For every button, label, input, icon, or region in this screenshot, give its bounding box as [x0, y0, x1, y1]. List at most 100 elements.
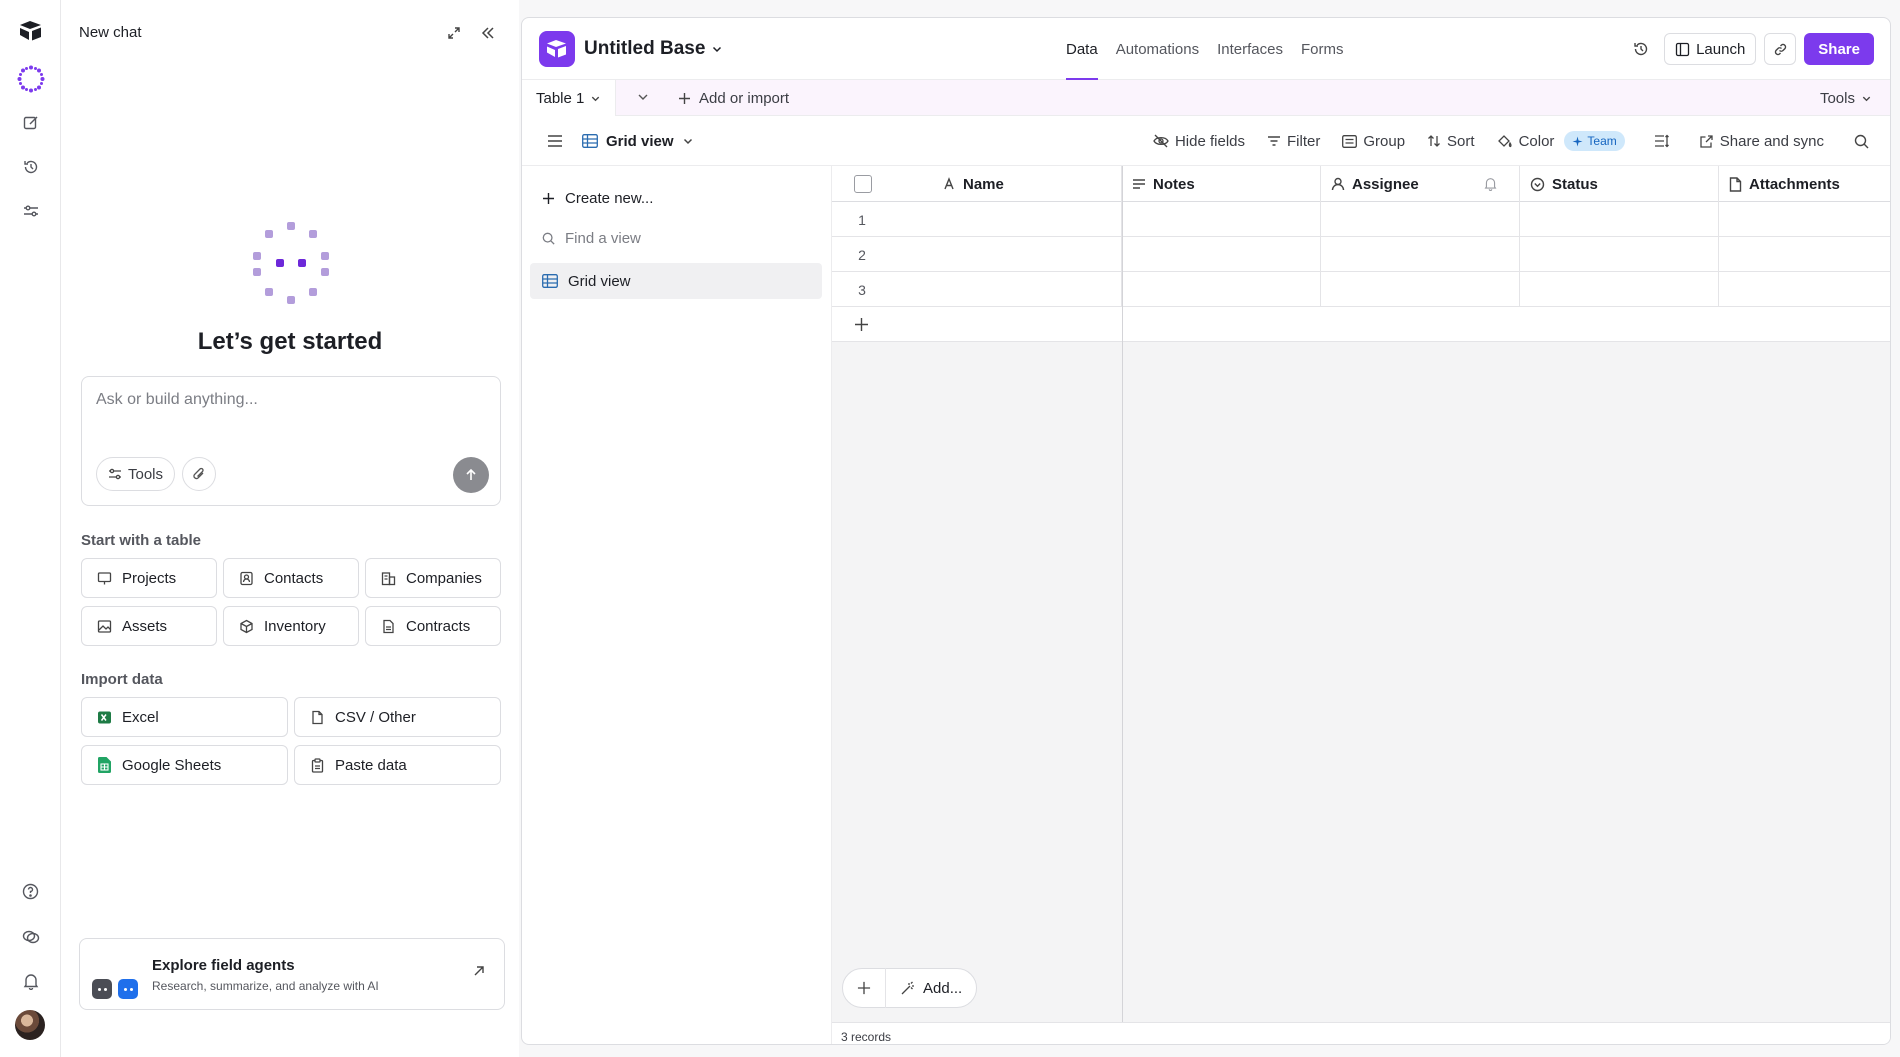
template-label: Companies: [406, 569, 482, 587]
add-record-row[interactable]: [832, 307, 1890, 342]
agent-icon: [92, 979, 112, 999]
table-row[interactable]: 3: [832, 272, 1890, 307]
status-cell[interactable]: [1520, 237, 1719, 272]
notes-cell[interactable]: [1122, 272, 1321, 307]
template-contacts[interactable]: Contacts: [223, 558, 359, 598]
hide-fields-button[interactable]: Hide fields: [1153, 133, 1245, 150]
template-label: Inventory: [264, 617, 326, 635]
create-new-view-button[interactable]: Create new...: [530, 180, 822, 216]
base-header: Untitled Base Data Automations Interface…: [522, 18, 1890, 80]
attachments-cell[interactable]: [1719, 272, 1890, 307]
revision-history-icon[interactable]: [1626, 34, 1656, 64]
attach-button[interactable]: [182, 457, 216, 491]
ask-input[interactable]: [96, 391, 486, 409]
team-badge-label: Team: [1587, 134, 1617, 148]
name-cell[interactable]: [832, 272, 1122, 307]
user-avatar[interactable]: [15, 1010, 45, 1040]
airtable-logo-icon[interactable]: [16, 16, 45, 45]
name-cell[interactable]: [832, 237, 1122, 272]
tools-menu-button[interactable]: Tools: [1820, 80, 1872, 116]
chat-title: New chat: [79, 24, 142, 41]
import-excel[interactable]: Excel: [81, 697, 288, 737]
notifications-bell-icon[interactable]: [16, 967, 45, 996]
header-actions: Launch Share: [1626, 33, 1874, 65]
template-inventory[interactable]: Inventory: [223, 606, 359, 646]
community-icon[interactable]: [16, 922, 45, 951]
menu-icon[interactable]: [540, 126, 570, 156]
plus-icon: [855, 318, 868, 331]
name-cell[interactable]: [832, 202, 1122, 237]
color-button[interactable]: Color Team: [1497, 131, 1625, 151]
import-label: CSV / Other: [335, 708, 416, 726]
settings-sliders-icon[interactable]: [16, 196, 45, 225]
expand-icon[interactable]: [443, 22, 465, 44]
search-icon[interactable]: [1846, 126, 1876, 156]
template-companies[interactable]: Companies: [365, 558, 501, 598]
assignee-cell[interactable]: [1321, 237, 1520, 272]
all-tables-chevron-icon[interactable]: [634, 88, 652, 106]
help-icon[interactable]: [16, 877, 45, 906]
send-button[interactable]: [453, 457, 489, 493]
import-google-sheets[interactable]: Google Sheets: [81, 745, 288, 785]
copy-link-button[interactable]: [1764, 33, 1797, 65]
add-or-import-button[interactable]: Add or import: [678, 80, 789, 116]
base-name-menu[interactable]: Untitled Base: [584, 38, 723, 60]
table-row[interactable]: 1: [832, 202, 1890, 237]
import-paste-data[interactable]: Paste data: [294, 745, 501, 785]
explore-field-agents-card[interactable]: Explore field agents Research, summarize…: [79, 938, 505, 1010]
table-tab[interactable]: Table 1: [522, 80, 617, 116]
table-row[interactable]: 2: [832, 237, 1890, 272]
share-button[interactable]: Share: [1804, 33, 1874, 65]
share-and-sync-button[interactable]: Share and sync: [1699, 133, 1824, 150]
history-icon[interactable]: [16, 152, 45, 181]
add-record-pill[interactable]: Add...: [842, 968, 978, 1008]
status-cell[interactable]: [1520, 202, 1719, 237]
tab-automations[interactable]: Automations: [1116, 18, 1199, 80]
notes-cell[interactable]: [1122, 202, 1321, 237]
find-view-input[interactable]: Find a view: [530, 220, 822, 256]
tools-menu-label: Tools: [1819, 89, 1855, 107]
add-record-button[interactable]: [843, 968, 886, 1008]
omni-ai-icon[interactable]: [16, 64, 45, 93]
start-with-table-label: Start with a table: [81, 532, 202, 549]
group-button[interactable]: Group: [1342, 133, 1405, 150]
column-header-status[interactable]: Status: [1520, 166, 1719, 202]
edit-icon[interactable]: [16, 108, 45, 137]
filter-icon: [1268, 136, 1280, 146]
text-field-icon: [944, 177, 954, 190]
tab-interfaces[interactable]: Interfaces: [1217, 18, 1283, 80]
chevron-down-icon: [713, 46, 722, 53]
chevron-down-icon: [683, 138, 692, 145]
notes-cell[interactable]: [1122, 237, 1321, 272]
tab-data[interactable]: Data: [1066, 18, 1098, 80]
attachments-cell[interactable]: [1719, 237, 1890, 272]
share-sync-label: Share and sync: [1719, 132, 1824, 150]
assignee-cell[interactable]: [1321, 202, 1520, 237]
collapse-panel-icon[interactable]: [477, 22, 499, 44]
tab-forms[interactable]: Forms: [1301, 18, 1344, 80]
add-more-button[interactable]: Add...: [886, 968, 976, 1008]
launch-button[interactable]: Launch: [1664, 33, 1757, 65]
import-csv[interactable]: CSV / Other: [294, 697, 501, 737]
filter-button[interactable]: Filter: [1267, 133, 1320, 150]
assignee-cell[interactable]: [1321, 272, 1520, 307]
template-contracts[interactable]: Contracts: [365, 606, 501, 646]
row-height-icon[interactable]: [1647, 126, 1677, 156]
tools-button[interactable]: Tools: [96, 457, 176, 491]
arrow-up-icon: [466, 468, 476, 480]
column-header-name[interactable]: Name: [832, 166, 1122, 202]
column-header-notes[interactable]: Notes: [1122, 166, 1321, 202]
select-all-checkbox[interactable]: [854, 175, 872, 193]
view-item-grid[interactable]: Grid view: [530, 263, 822, 299]
template-projects[interactable]: Projects: [81, 558, 217, 598]
group-icon: [1342, 134, 1358, 148]
column-header-attachments[interactable]: Attachments: [1719, 166, 1890, 202]
sort-button[interactable]: Sort: [1427, 133, 1475, 150]
template-assets[interactable]: Assets: [81, 606, 217, 646]
import-label: Excel: [122, 708, 159, 726]
view-switcher[interactable]: Grid view: [582, 133, 694, 150]
status-cell[interactable]: [1520, 272, 1719, 307]
base-logo-icon[interactable]: [539, 31, 575, 67]
column-header-assignee[interactable]: Assignee: [1321, 166, 1520, 202]
attachments-cell[interactable]: [1719, 202, 1890, 237]
